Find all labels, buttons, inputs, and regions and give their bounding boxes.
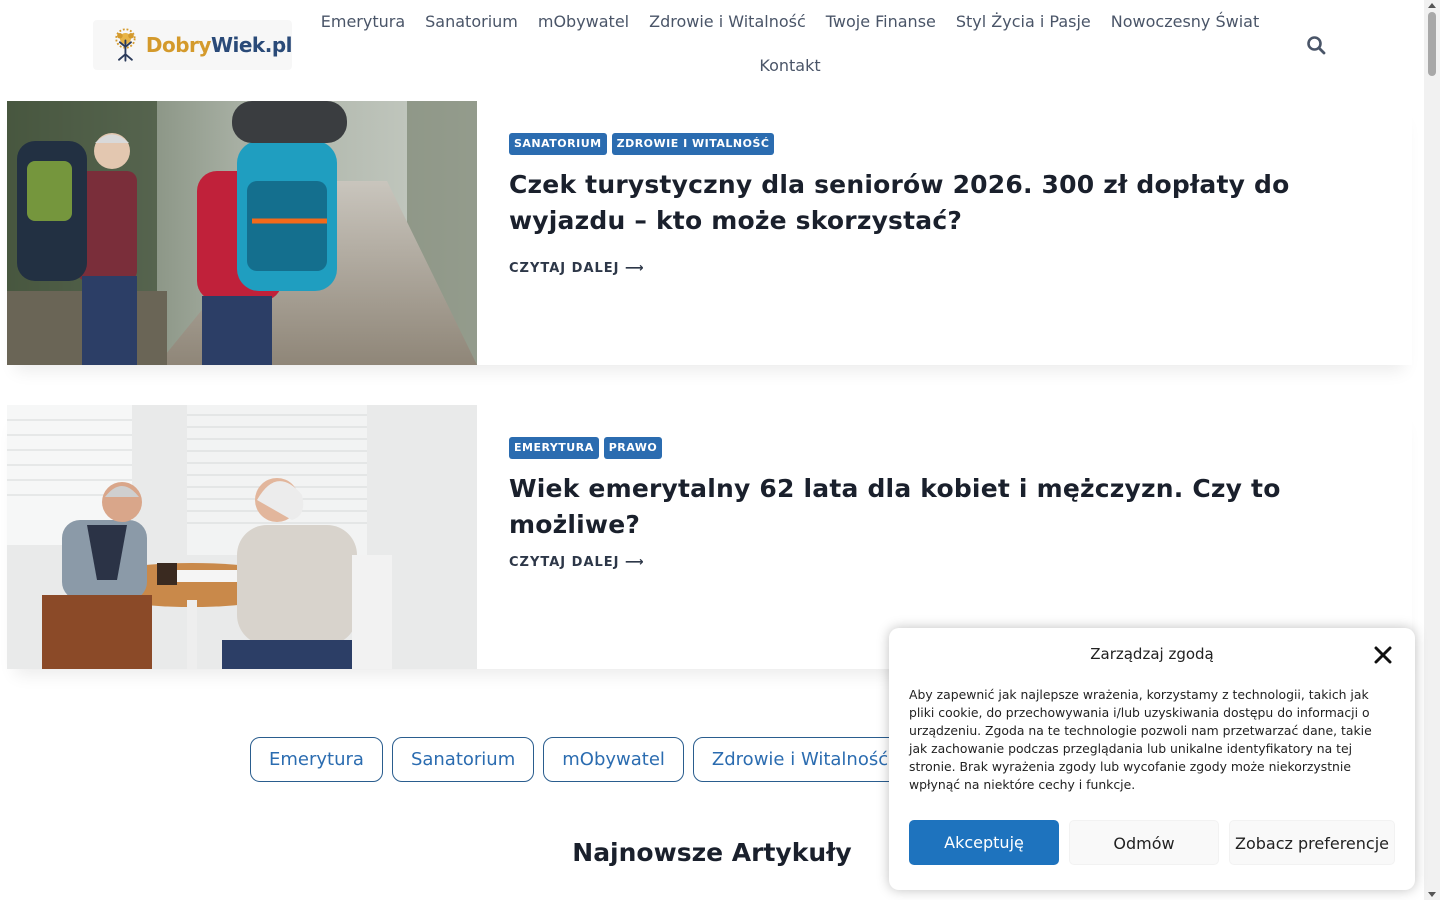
site-logo[interactable]: DobryWiek.pl xyxy=(93,20,293,70)
search-icon xyxy=(1307,36,1326,55)
close-icon[interactable] xyxy=(1374,646,1392,664)
nav-item-mobywatel[interactable]: mObywatel xyxy=(528,0,639,44)
article-tags: SANATORIUM ZDROWIE I WITALNOŚĆ xyxy=(509,133,1382,155)
article-image-hikers[interactable] xyxy=(7,101,477,365)
page-scrollbar[interactable] xyxy=(1424,0,1440,900)
article-body: SANATORIUM ZDROWIE I WITALNOŚĆ Czek tury… xyxy=(477,101,1412,365)
consent-dialog: Zarządzaj zgodą Aby zapewnić jak najleps… xyxy=(889,628,1415,890)
article-card: SANATORIUM ZDROWIE I WITALNOŚĆ Czek tury… xyxy=(7,101,1412,365)
accept-button[interactable]: Akceptuję xyxy=(909,820,1059,865)
scroll-up-icon[interactable] xyxy=(1428,3,1436,8)
deny-button[interactable]: Odmów xyxy=(1069,820,1219,865)
pill-sanatorium[interactable]: Sanatorium xyxy=(391,737,535,782)
logo-text-part1: Dobry xyxy=(145,33,212,57)
nav-item-styl-zycia[interactable]: Styl Życia i Pasje xyxy=(946,0,1101,44)
read-more-link[interactable]: CZYTAJ DALEJ ⟶ xyxy=(509,555,645,570)
pill-zdrowie[interactable]: Zdrowie i Witalność xyxy=(692,737,908,782)
logo-text-part2: Wiek.pl xyxy=(210,33,293,57)
article-title[interactable]: Wiek emerytalny 62 lata dla kobiet i męż… xyxy=(509,471,1382,543)
logo-text: DobryWiek.pl xyxy=(145,33,293,57)
nav-item-emerytura[interactable]: Emerytura xyxy=(311,0,415,44)
tag-emerytura[interactable]: EMERYTURA xyxy=(509,437,599,459)
scroll-down-icon[interactable] xyxy=(1428,892,1436,897)
tag-sanatorium[interactable]: SANATORIUM xyxy=(509,133,607,155)
consent-title: Zarządzaj zgodą xyxy=(1090,645,1214,663)
tree-logo-icon xyxy=(115,28,136,62)
nav-item-finanse[interactable]: Twoje Finanse xyxy=(816,0,946,44)
scroll-thumb[interactable] xyxy=(1428,12,1436,76)
consent-text: Aby zapewnić jak najlepsze wrażenia, kor… xyxy=(909,687,1372,792)
tag-zdrowie[interactable]: ZDROWIE I WITALNOŚĆ xyxy=(611,133,775,155)
preferences-button[interactable]: Zobacz preferencje xyxy=(1229,820,1395,865)
article-image-couple-table[interactable] xyxy=(7,405,477,669)
senior-couple-table-photo xyxy=(7,405,477,669)
pill-emerytura[interactable]: Emerytura xyxy=(250,737,383,782)
nav-item-nowoczesny-swiat[interactable]: Nowoczesny Świat xyxy=(1101,0,1269,44)
nav-item-zdrowie[interactable]: Zdrowie i Witalność xyxy=(639,0,816,44)
pill-mobywatel[interactable]: mObywatel xyxy=(543,737,684,782)
category-pills: Emerytura Sanatorium mObywatel Zdrowie i… xyxy=(250,737,908,782)
tag-prawo[interactable]: PRAWO xyxy=(603,437,663,459)
hiking-couple-photo xyxy=(7,101,477,365)
nav-item-kontakt[interactable]: Kontakt xyxy=(749,44,830,88)
read-more-link[interactable]: CZYTAJ DALEJ ⟶ xyxy=(509,261,645,276)
search-button[interactable] xyxy=(1304,33,1328,57)
article-tags: EMERYTURA PRAWO xyxy=(509,437,1382,459)
article-title[interactable]: Czek turystyczny dla seniorów 2026. 300 … xyxy=(509,167,1382,239)
site-header: DobryWiek.pl Emerytura Sanatorium mObywa… xyxy=(0,0,1424,100)
nav-item-sanatorium[interactable]: Sanatorium xyxy=(415,0,528,44)
main-navigation: Emerytura Sanatorium mObywatel Zdrowie i… xyxy=(300,0,1280,88)
